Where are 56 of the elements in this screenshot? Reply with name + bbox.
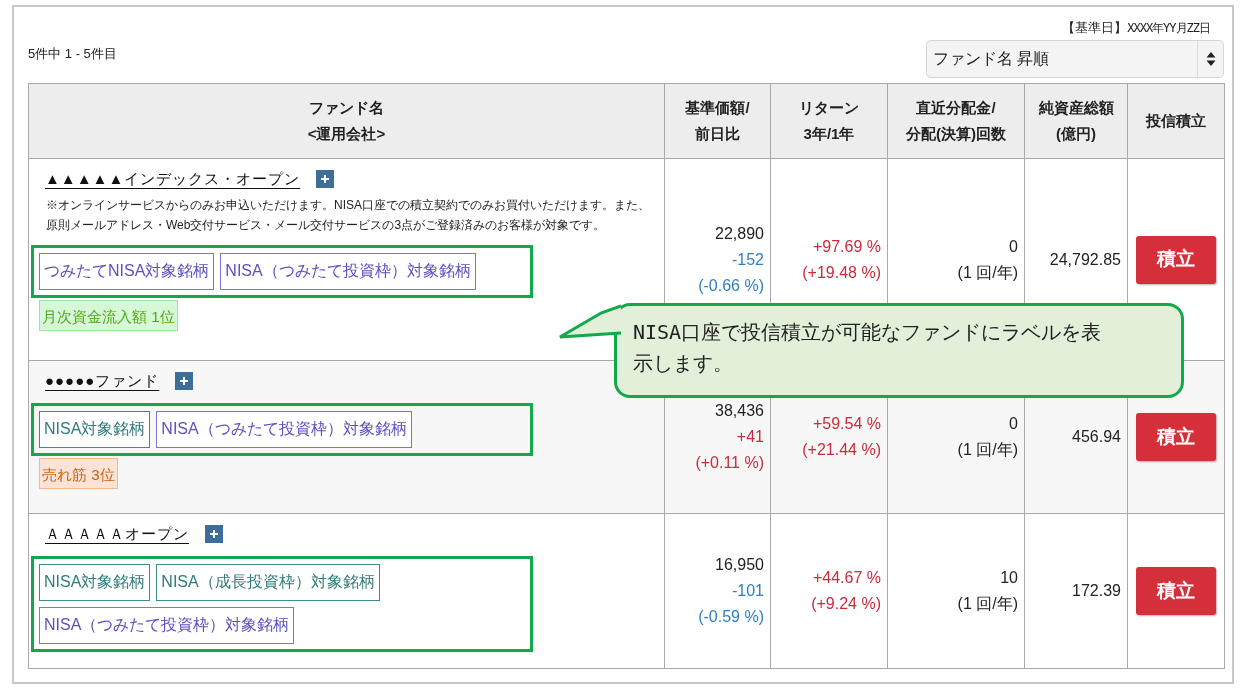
price-change: -101: [730, 581, 764, 601]
result-count: 5件中 1 - 5件目: [28, 45, 117, 64]
nisa-label-tag: NISA（つみたて投資枠）対象銘柄: [39, 606, 295, 644]
invest-button[interactable]: 積立: [1136, 235, 1216, 284]
price-change-percent: (-0.66 %): [697, 275, 764, 296]
up-down-caret-icon: [1205, 51, 1216, 67]
distribution-amount: 10: [999, 568, 1018, 588]
column-header: 基準価額/ 前日比: [685, 99, 750, 142]
return-3-year: +59.54 %: [811, 414, 881, 434]
return-3-year: +97.69 %: [811, 236, 881, 257]
nisa-label-tag: NISA（つみたて投資枠）対象銘柄: [156, 410, 412, 448]
nisa-label-tag: NISA対象銘柄: [39, 410, 151, 448]
ranking-badge: 売れ筋 3位: [39, 457, 118, 489]
fund-name-link[interactable]: ＡＡＡＡＡオープン: [45, 523, 189, 546]
price-change-percent: (+0.11 %): [694, 453, 764, 473]
fund-note: ※オンラインサービスからのみお申込いただけます。NISA口座での積立契約でのみお買付いただけます。また、原則メールアドレス・Web交付サービス・メール交付サービスの3点がご登録済みのお客様が対象です。: [45, 196, 651, 234]
distribution-frequency: (1 回/年): [956, 594, 1018, 614]
net-assets: 24,792.85: [1048, 249, 1121, 270]
distribution-frequency: (1 回/年): [956, 262, 1018, 283]
expand-plus-icon[interactable]: [175, 372, 194, 391]
nisa-label-tag: つみたてNISA対象銘柄: [39, 252, 215, 290]
callout-bubble: NISA口座で投信積立が可能なファンドにラベルを表示します。: [614, 303, 1184, 398]
net-assets: 456.94: [1071, 427, 1121, 447]
base-date-value: XXXX年YY月ZZ日: [1127, 19, 1210, 37]
return-1-year: (+19.48 %): [801, 262, 881, 283]
base-date-label: 【基準日】: [1062, 18, 1128, 37]
column-header: リターン 3年/1年: [799, 99, 859, 142]
column-header: 直近分配金/ 分配(決算)回数: [906, 99, 1006, 142]
nisa-label-tag: NISA（成長投資枠）対象銘柄: [156, 563, 380, 601]
sort-select[interactable]: ファンド名 昇順: [926, 40, 1224, 78]
distribution-amount: 0: [1008, 414, 1018, 434]
column-header: ファンド名 <運用会社>: [307, 99, 386, 142]
expand-plus-icon[interactable]: [316, 170, 335, 189]
nisa-label-tag: NISA対象銘柄: [39, 563, 151, 601]
fund-name-link[interactable]: ●●●●●ファンド: [45, 370, 160, 393]
price-change: -152: [730, 249, 764, 270]
return-1-year: (+9.24 %): [810, 594, 881, 614]
callout-pointer: [559, 303, 621, 339]
column-header: 投信積立: [1146, 112, 1206, 129]
return-1-year: (+21.44 %): [801, 440, 881, 460]
expand-plus-icon[interactable]: [205, 525, 223, 544]
nisa-label-tag: NISA（つみたて投資枠）対象銘柄: [220, 252, 476, 290]
ranking-badge: 月次資金流入額 1位: [39, 299, 178, 331]
invest-button[interactable]: 積立: [1136, 567, 1216, 615]
return-3-year: +44.67 %: [811, 568, 881, 588]
invest-button[interactable]: 積立: [1136, 413, 1216, 461]
base-price: 22,890: [714, 223, 764, 244]
fund-name-link[interactable]: ▲▲▲▲▲インデックス・オープン: [45, 168, 301, 191]
price-change: +41: [735, 427, 764, 447]
base-price: 16,950: [714, 555, 764, 575]
price-change-percent: (-0.59 %): [697, 607, 764, 627]
base-price: 38,436: [714, 401, 764, 421]
column-header: 純資産総額 (億円): [1038, 99, 1114, 142]
distribution-amount: 0: [1008, 236, 1018, 257]
distribution-frequency: (1 回/年): [956, 440, 1018, 460]
net-assets: 172.39: [1071, 581, 1121, 601]
